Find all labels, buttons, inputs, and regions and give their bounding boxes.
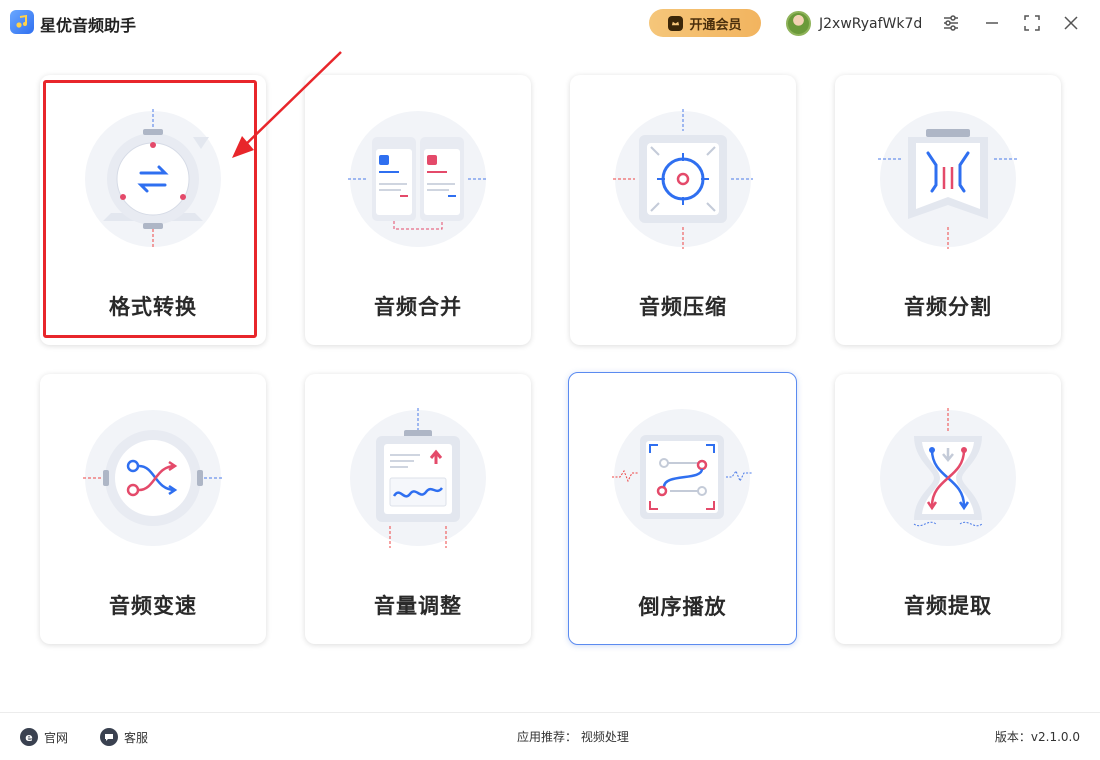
support-label: 客服 xyxy=(124,730,149,745)
version-value: v2.1.0.0 xyxy=(1030,730,1080,744)
title-bar: 星优音频助手 开通会员 J2xwRyafWk7d xyxy=(0,0,1100,46)
card-volume-adjust[interactable]: 音量调整 xyxy=(305,374,531,644)
card-reverse-play[interactable]: 倒序播放 xyxy=(568,372,797,645)
footer: e 官网 客服 应用推荐： 视频处理 版本：v2.1.0.0 xyxy=(0,712,1100,760)
card-format-convert[interactable]: 格式转换 xyxy=(40,75,266,345)
audio-compress-icon xyxy=(613,109,753,249)
recommend-label: 应用推荐： xyxy=(517,730,578,744)
audio-merge-icon xyxy=(348,111,488,247)
vip-button[interactable]: 开通会员 xyxy=(649,9,761,37)
format-convert-icon xyxy=(85,109,221,249)
audio-speed-icon xyxy=(83,410,223,546)
crown-icon xyxy=(668,15,684,31)
app-title: 星优音频助手 xyxy=(40,16,137,35)
video-processing-link[interactable]: 视频处理 xyxy=(581,730,629,744)
version-info: 版本：v2.1.0.0 xyxy=(995,728,1080,745)
card-audio-compress[interactable]: 音频压缩 xyxy=(570,75,796,345)
website-link[interactable]: e 官网 xyxy=(20,728,68,746)
card-audio-speed[interactable]: 音频变速 xyxy=(40,374,266,644)
audio-extract-icon xyxy=(880,408,1016,546)
card-label: 倒序播放 xyxy=(638,595,727,619)
close-icon[interactable] xyxy=(1060,12,1082,34)
audio-split-icon xyxy=(878,111,1018,249)
maximize-icon[interactable] xyxy=(1021,12,1043,34)
card-audio-split[interactable]: 音频分割 xyxy=(835,75,1061,345)
card-label: 音频压缩 xyxy=(639,295,727,319)
avatar xyxy=(786,11,811,36)
card-label: 音频提取 xyxy=(904,594,992,618)
volume-adjust-icon xyxy=(350,408,486,548)
settings-sliders-icon[interactable] xyxy=(940,12,962,34)
minimize-icon[interactable] xyxy=(981,12,1003,34)
globe-e-icon: e xyxy=(20,728,38,746)
chat-bubble-icon xyxy=(100,728,118,746)
user-account[interactable]: J2xwRyafWk7d xyxy=(786,11,922,36)
vip-label: 开通会员 xyxy=(689,17,742,33)
card-audio-extract[interactable]: 音频提取 xyxy=(835,374,1061,644)
card-label: 格式转换 xyxy=(109,295,197,319)
card-label: 音频分割 xyxy=(904,295,992,319)
card-audio-merge[interactable]: 音频合并 xyxy=(305,75,531,345)
app-recommend: 应用推荐： 视频处理 xyxy=(517,728,629,745)
card-label: 音频合并 xyxy=(374,295,462,319)
app-logo-icon xyxy=(10,10,34,34)
support-link[interactable]: 客服 xyxy=(100,728,148,746)
card-label: 音频变速 xyxy=(109,594,197,618)
card-label: 音量调整 xyxy=(374,594,462,618)
reverse-play-icon xyxy=(612,409,752,545)
username: J2xwRyafWk7d xyxy=(819,15,923,32)
version-label: 版本： xyxy=(994,730,1031,744)
website-label: 官网 xyxy=(44,730,69,745)
